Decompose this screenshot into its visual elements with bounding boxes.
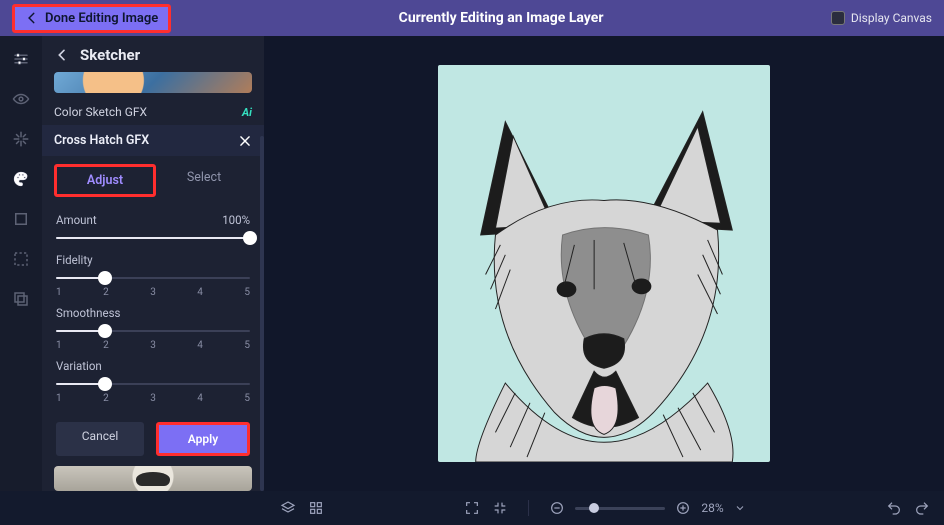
tick-labels: 1 2 3 4 5 <box>56 393 250 404</box>
cancel-button[interactable]: Cancel <box>56 422 144 456</box>
effect-row-current: Cross Hatch GFX <box>42 125 264 156</box>
tick: 2 <box>103 287 109 298</box>
tick: 2 <box>103 393 109 404</box>
redo-icon[interactable] <box>914 500 930 516</box>
preview-image <box>444 87 764 462</box>
tick-labels: 1 2 3 4 5 <box>56 340 250 351</box>
slider-smoothness[interactable]: Smoothness 1 2 3 4 5 <box>56 306 250 351</box>
tick: 1 <box>56 287 62 298</box>
overlap-icon[interactable] <box>12 290 30 308</box>
back-icon[interactable] <box>54 47 70 63</box>
checkbox-icon <box>831 11 845 25</box>
display-canvas-label: Display Canvas <box>851 11 932 25</box>
slider-variation-label: Variation <box>56 359 102 373</box>
done-editing-button[interactable]: Done Editing Image <box>12 4 171 33</box>
layers-icon[interactable] <box>280 500 296 516</box>
sliders-icon[interactable] <box>12 50 30 68</box>
tick: 4 <box>197 287 203 298</box>
zoom-value: 28% <box>701 501 723 515</box>
close-icon[interactable] <box>238 134 252 148</box>
palette-icon[interactable] <box>12 170 30 188</box>
arrow-left-icon <box>25 11 39 25</box>
grid-icon[interactable] <box>308 500 324 516</box>
slider-fidelity[interactable]: Fidelity 1 2 3 4 5 <box>56 253 250 298</box>
display-canvas-toggle[interactable]: Display Canvas <box>831 11 932 25</box>
slider-fidelity-label: Fidelity <box>56 253 93 267</box>
bottombar: 28% <box>0 491 944 525</box>
sparkle-icon[interactable] <box>12 130 30 148</box>
done-editing-label: Done Editing Image <box>45 11 158 26</box>
tick: 4 <box>197 393 203 404</box>
tick: 5 <box>244 393 250 404</box>
collapse-icon[interactable] <box>492 500 508 516</box>
tick: 2 <box>103 340 109 351</box>
chevron-down-icon[interactable] <box>734 502 746 514</box>
topbar: Done Editing Image Currently Editing an … <box>0 0 944 36</box>
effect-thumbnail-prev[interactable] <box>54 72 252 93</box>
eye-icon[interactable] <box>12 90 30 108</box>
image-canvas[interactable] <box>438 65 770 462</box>
zoom-controls: 28% <box>549 500 745 516</box>
tab-select[interactable]: Select <box>156 164 252 197</box>
canvas-area <box>264 36 944 491</box>
controls: Amount 100% Fidelity 1 2 3 4 5 Smooth <box>42 201 264 414</box>
slider-amount[interactable]: Amount 100% <box>56 213 250 245</box>
slider-variation[interactable]: Variation 1 2 3 4 5 <box>56 359 250 404</box>
ai-badge: Ai <box>242 106 252 119</box>
tick: 3 <box>150 287 156 298</box>
slider-amount-label: Amount <box>56 213 97 227</box>
slider-amount-value: 100% <box>222 213 250 227</box>
expand-icon[interactable] <box>464 500 480 516</box>
tab-adjust[interactable]: Adjust <box>54 164 156 197</box>
crop-icon[interactable] <box>12 210 30 228</box>
zoom-out-icon[interactable] <box>549 500 565 516</box>
panel-title: Sketcher <box>80 46 140 64</box>
tick: 3 <box>150 393 156 404</box>
tick: 4 <box>197 340 203 351</box>
main: Sketcher Color Sketch GFX Ai Cross Hatch… <box>0 36 944 491</box>
action-buttons: Cancel Apply <box>42 414 264 466</box>
effect-prev-label: Color Sketch GFX <box>54 105 147 119</box>
page-title: Currently Editing an Image Layer <box>171 10 831 26</box>
zoom-slider[interactable] <box>575 507 665 510</box>
tick: 3 <box>150 340 156 351</box>
toolstrip <box>0 36 42 491</box>
tick: 1 <box>56 393 62 404</box>
tick: 5 <box>244 340 250 351</box>
slider-smoothness-label: Smoothness <box>56 306 120 320</box>
tick: 5 <box>244 287 250 298</box>
effect-tabs: Adjust Select <box>42 156 264 201</box>
undo-icon[interactable] <box>886 500 902 516</box>
frame-icon[interactable] <box>12 250 30 268</box>
tick: 1 <box>56 340 62 351</box>
panel-header: Sketcher <box>42 36 264 72</box>
scrollbar[interactable] <box>260 136 264 491</box>
tick-labels: 1 2 3 4 5 <box>56 287 250 298</box>
effect-row-prev[interactable]: Color Sketch GFX Ai <box>42 99 264 125</box>
apply-button[interactable]: Apply <box>156 422 250 456</box>
effect-current-label: Cross Hatch GFX <box>54 133 149 148</box>
effects-panel: Sketcher Color Sketch GFX Ai Cross Hatch… <box>42 36 264 491</box>
zoom-in-icon[interactable] <box>675 500 691 516</box>
effect-thumbnail-next[interactable] <box>54 466 252 491</box>
